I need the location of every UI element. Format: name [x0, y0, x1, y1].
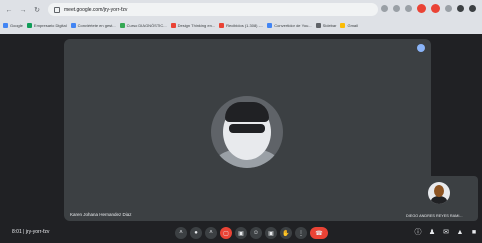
bookmark-item[interactable]: Google [3, 23, 23, 28]
bookmark-item[interactable]: Gmail [340, 23, 358, 28]
bookmark-favicon [340, 23, 346, 28]
meeting-details: 8:01 | jry-yorr-fzv [12, 229, 49, 235]
present-icon[interactable]: ▣ [265, 227, 277, 239]
url-text: meet.google.com/jry-yorr-fzv [64, 6, 128, 13]
bookmark-favicon [219, 23, 225, 28]
lock-icon[interactable]: ■ [470, 228, 478, 236]
star-icon[interactable] [405, 5, 412, 12]
bookmark-item[interactable]: Curso DIAGNÓSTIC... [119, 23, 167, 28]
bookmark-favicon [170, 23, 176, 28]
audio-indicator-icon [417, 44, 425, 52]
activities-icon[interactable]: ▲ [456, 228, 464, 236]
participant-name: Karen Johana Hernandez Diaz [70, 212, 132, 217]
zoom-icon[interactable] [393, 5, 400, 12]
meeting-time: 8:01 [12, 229, 22, 235]
avatar [211, 96, 283, 168]
captions-icon[interactable]: ▣ [235, 227, 247, 239]
more-icon[interactable]: ⋮ [295, 227, 307, 239]
camera-off-icon[interactable]: ▢ [220, 227, 232, 239]
chat-icon[interactable]: ✉ [442, 228, 450, 236]
bookmark-item[interactable]: Design Thinking en... [170, 23, 215, 28]
lock-icon [54, 6, 60, 13]
extension-icon[interactable] [381, 5, 388, 12]
profile-avatar[interactable] [457, 5, 464, 12]
bookmark-item[interactable]: Convertidor de You... [267, 23, 312, 28]
chevron-up-icon[interactable]: ˄ [175, 227, 187, 239]
call-controls: ˄ ● ˄ ▢ ▣ ☺ ▣ ✋ ⋮ ☎ [175, 227, 328, 239]
info-icon[interactable]: ⓘ [414, 228, 422, 236]
self-avatar [428, 182, 450, 204]
meeting-code: jry-yorr-fzv [25, 229, 50, 235]
bookmark-item[interactable]: Conviértete en gest... [70, 23, 116, 28]
people-icon[interactable]: ♟ [428, 228, 436, 236]
main-video-tile[interactable]: Karen Johana Hernandez Diaz [64, 39, 431, 221]
bookmark-favicon [3, 23, 8, 28]
emoji-icon[interactable]: ☺ [250, 227, 262, 239]
self-participant-name: DIEGO ANDRES REYES RAMI... [406, 214, 463, 218]
side-panel-icons: ⓘ ♟ ✉ ▲ ■ [414, 228, 478, 237]
bottom-bar: 8:01 | jry-yorr-fzv ˄ ● ˄ ▢ ▣ ☺ ▣ ✋ ⋮ ☎ … [0, 224, 482, 243]
bookmark-favicon [315, 23, 321, 28]
back-icon[interactable]: ← [4, 5, 14, 15]
bookmarks-bar: Google Empresario Digital Conviértete en… [0, 19, 482, 32]
extension-red2-icon[interactable] [431, 4, 440, 13]
hand-icon[interactable]: ✋ [280, 227, 292, 239]
self-video-tile[interactable]: DIEGO ANDRES REYES RAMI... [402, 176, 478, 221]
bookmark-item[interactable]: Empresario Digital [26, 23, 67, 28]
toolbar: ← → ↻ meet.google.com/jry-yorr-fzv [0, 3, 482, 17]
forward-icon[interactable]: → [18, 5, 28, 15]
hangup-icon[interactable]: ☎ [310, 227, 328, 239]
bookmark-favicon [26, 23, 32, 28]
extension-red-icon[interactable] [417, 4, 426, 13]
puzzle-icon[interactable] [445, 5, 452, 12]
reload-icon[interactable]: ↻ [32, 5, 42, 15]
bookmark-favicon [119, 23, 125, 28]
address-bar[interactable]: meet.google.com/jry-yorr-fzv [48, 3, 378, 16]
browser-chrome: ← → ↻ meet.google.com/jry-yorr-fzv Googl… [0, 0, 482, 34]
bookmark-favicon [70, 23, 76, 28]
bookmark-item[interactable]: Recibidos (1.308) -... [219, 23, 263, 28]
mic-icon[interactable]: ● [190, 227, 202, 239]
chevron-up-icon[interactable]: ˄ [205, 227, 217, 239]
bookmark-item[interactable]: Sidebar [315, 23, 336, 28]
bookmark-favicon [267, 23, 273, 28]
menu-icon[interactable] [469, 5, 476, 12]
